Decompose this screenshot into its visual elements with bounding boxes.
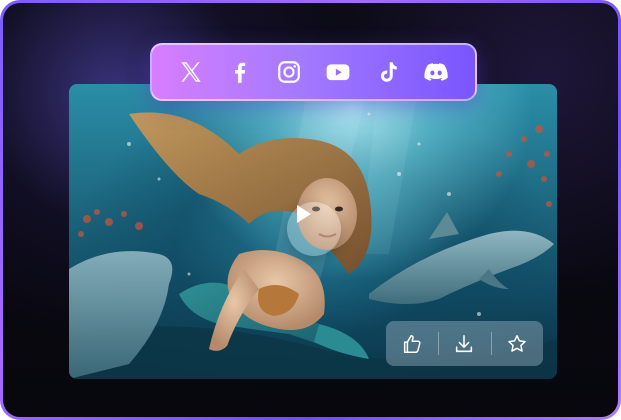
facebook-icon[interactable] [225, 57, 255, 87]
download-button[interactable] [438, 321, 490, 366]
play-button[interactable] [287, 202, 341, 256]
x-icon[interactable] [176, 57, 206, 87]
youtube-icon[interactable] [323, 57, 353, 87]
star-icon [508, 334, 526, 352]
social-share-bar [150, 43, 477, 101]
tiktok-icon[interactable] [372, 57, 402, 87]
play-icon [297, 205, 311, 223]
like-button[interactable] [386, 321, 438, 366]
download-icon [456, 334, 473, 352]
frame-background [3, 3, 618, 417]
thumbs-up-icon [404, 334, 421, 353]
app-frame [0, 0, 621, 420]
instagram-icon[interactable] [274, 57, 304, 87]
favorite-button[interactable] [490, 321, 543, 366]
action-toolbar [386, 321, 543, 366]
discord-icon[interactable] [421, 57, 451, 87]
